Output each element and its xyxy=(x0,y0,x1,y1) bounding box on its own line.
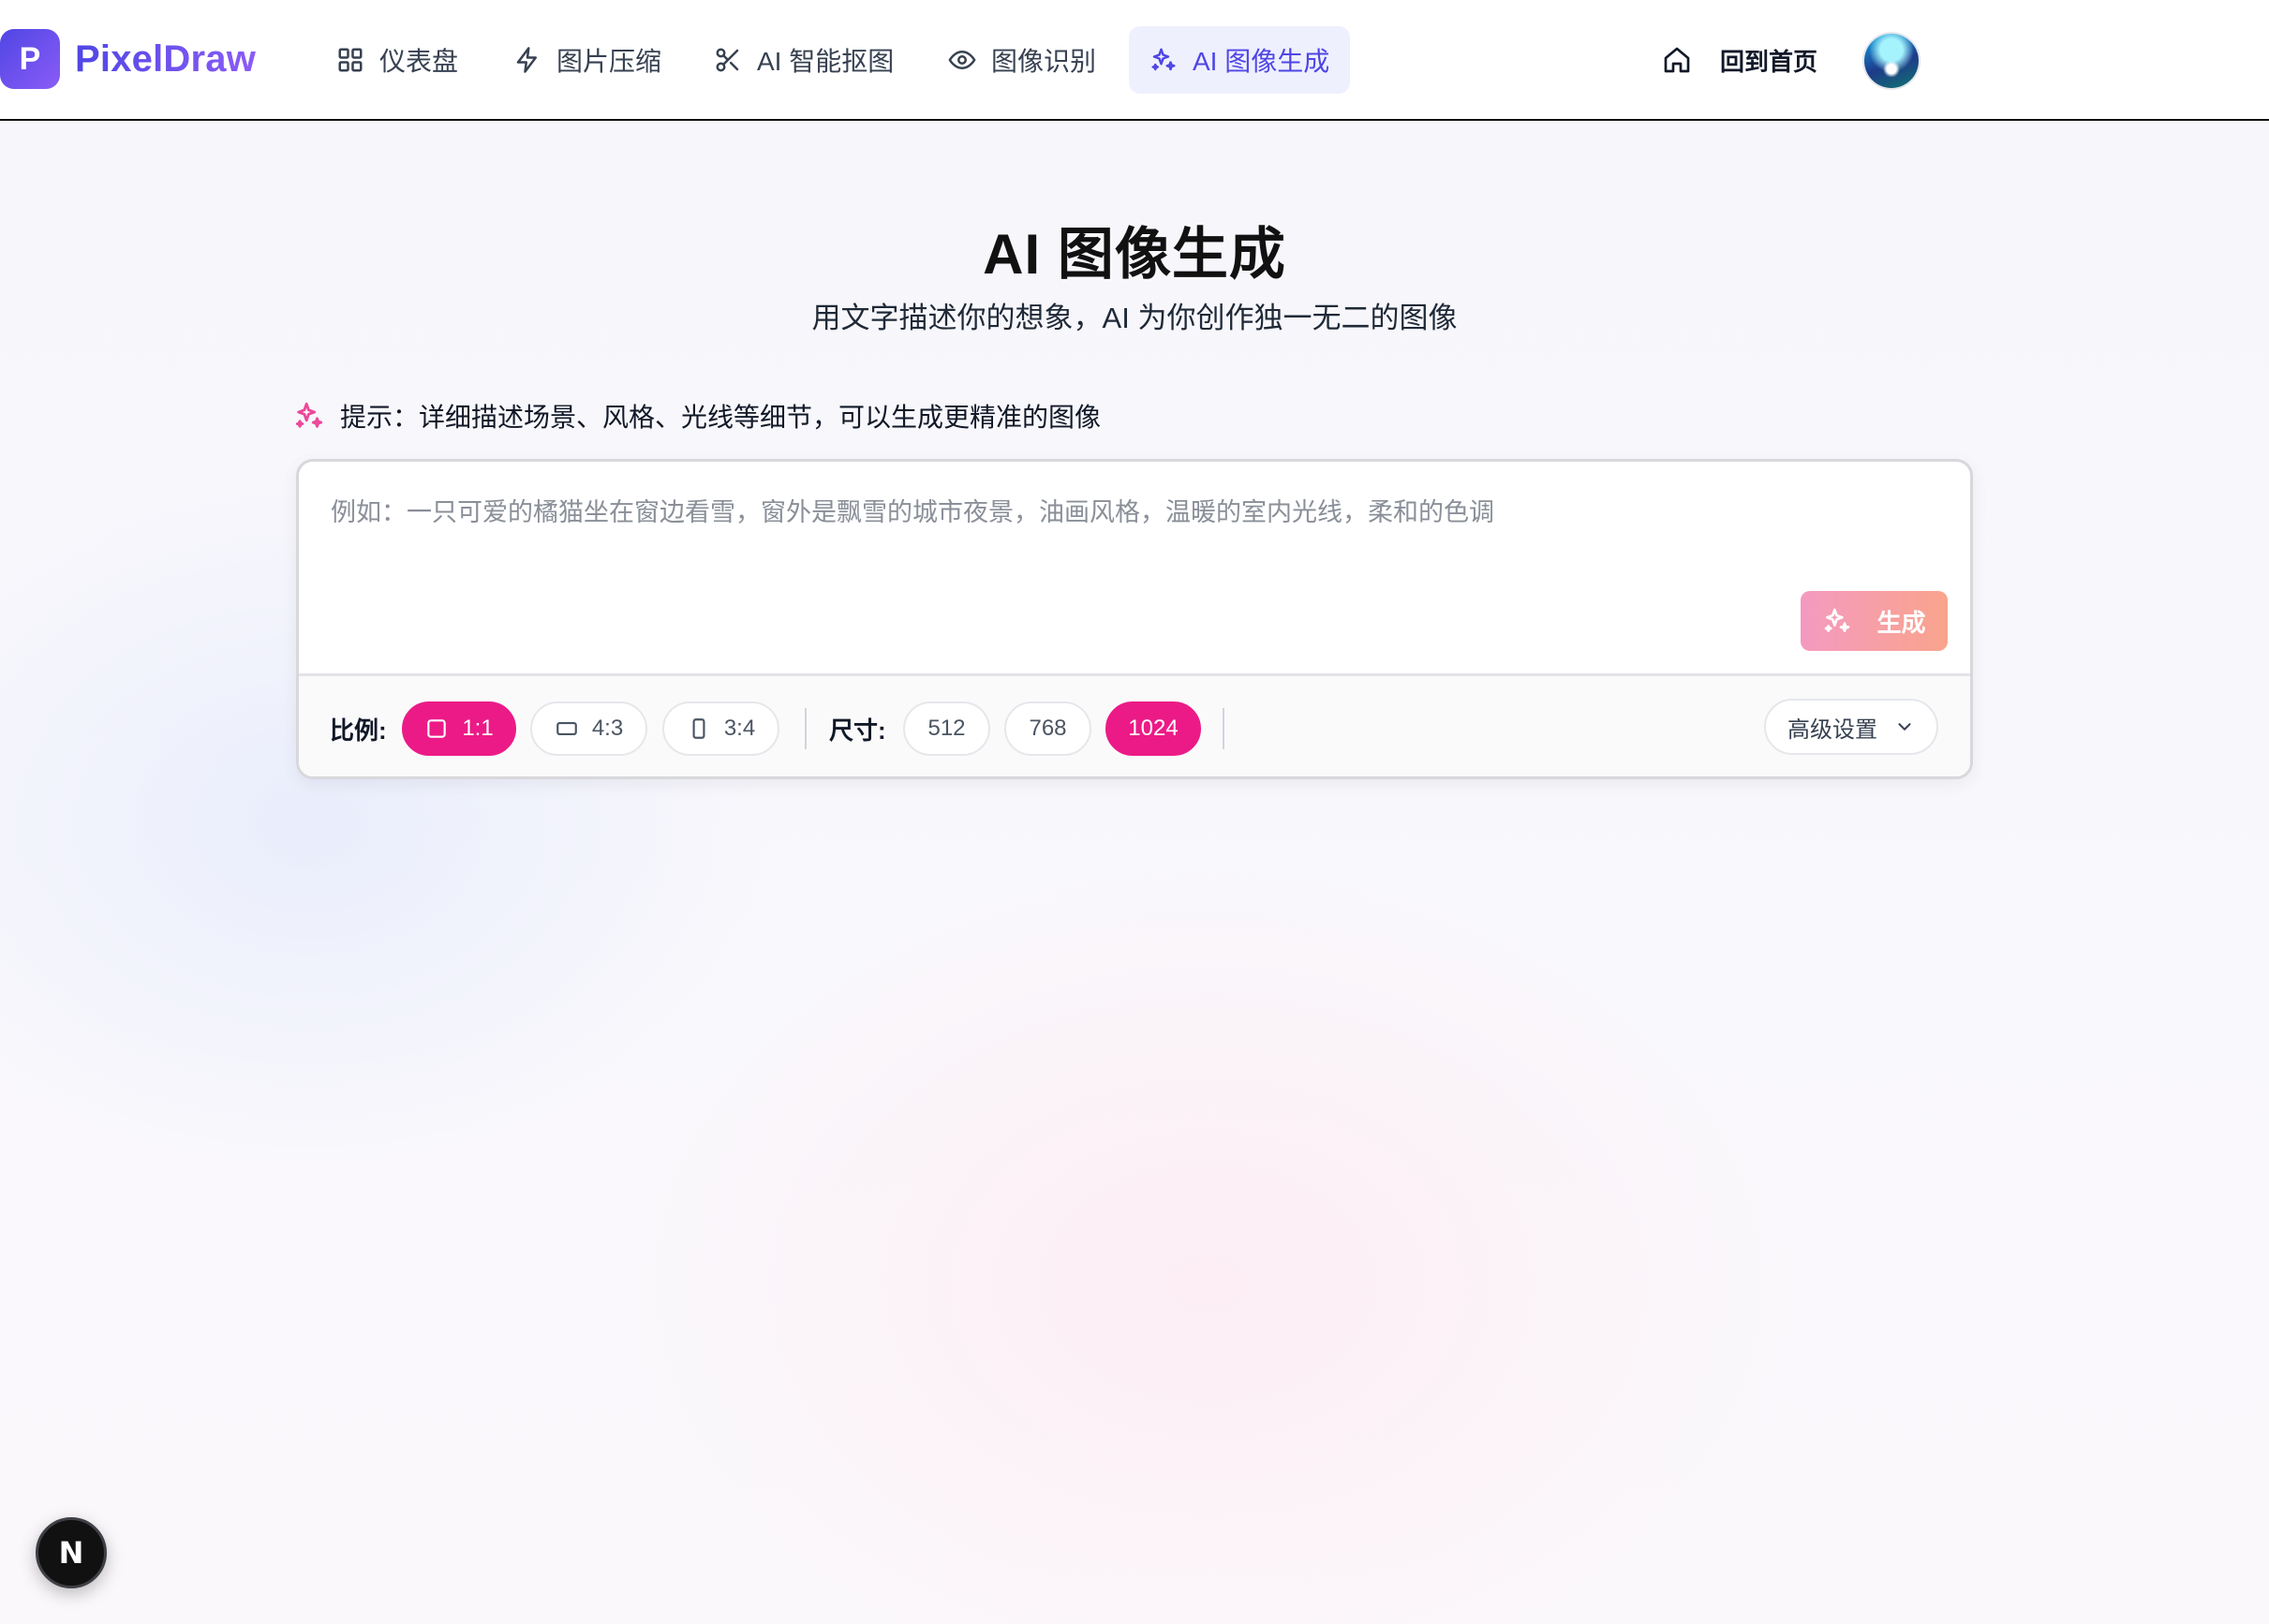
size-option-label: 1024 xyxy=(1128,716,1179,741)
advanced-settings-dropdown[interactable]: 高级设置 xyxy=(1764,699,1938,755)
nav-item-dashboard[interactable]: 仪表盘 xyxy=(316,26,479,94)
ratio-option-3-4[interactable]: 3:4 xyxy=(662,701,779,756)
nextjs-logo-icon: N xyxy=(58,1535,84,1571)
brand-name: PixelDraw xyxy=(75,37,257,80)
prompt-card: 生成 比例: 1:1 4:3 3:4 尺寸: 512 768 1024 高级设置 xyxy=(296,459,1973,779)
generate-button[interactable]: 生成 xyxy=(1801,591,1948,651)
size-option-label: 512 xyxy=(927,716,966,741)
lightning-icon xyxy=(516,47,537,73)
top-nav-bar: P PixelDraw 仪表盘 图片压缩 AI 智能抠图 图像识别 AI 图像生… xyxy=(0,0,2269,121)
tip-text: 提示：详细描述场景、风格、光线等细节，可以生成更精准的图像 xyxy=(340,403,1102,432)
generation-options-bar: 比例: 1:1 4:3 3:4 尺寸: 512 768 1024 高级设置 xyxy=(299,673,1970,776)
home-icon xyxy=(1664,47,1690,73)
generate-button-label: 生成 xyxy=(1876,608,1926,637)
nav-item-label: 图片压缩 xyxy=(556,47,662,76)
nextjs-dev-badge[interactable]: N xyxy=(36,1517,107,1588)
ratio-option-label: 1:1 xyxy=(462,716,494,741)
size-option-label: 768 xyxy=(1029,716,1067,741)
size-label: 尺寸: xyxy=(829,716,886,745)
sparkles-icon xyxy=(295,402,323,428)
nav-item-image-compress[interactable]: 图片压缩 xyxy=(493,26,682,94)
page-subtitle: 用文字描述你的想象，AI 为你创作独一无二的图像 xyxy=(811,302,1458,334)
ratio-option-label: 4:3 xyxy=(591,716,624,741)
square-icon xyxy=(427,719,447,738)
nav-item-label: 图像识别 xyxy=(991,47,1097,76)
nav-item-ai-image-generation[interactable]: AI 图像生成 xyxy=(1129,26,1351,94)
nav-item-ai-cutout[interactable]: AI 智能抠图 xyxy=(693,26,914,94)
home-link[interactable]: 回到首页 xyxy=(1641,26,1838,94)
grid-icon xyxy=(338,48,363,72)
eye-icon xyxy=(948,51,976,69)
brand-logo: P xyxy=(0,29,60,89)
nav-item-label: 仪表盘 xyxy=(379,47,459,76)
ratio-option-4-3[interactable]: 4:3 xyxy=(530,701,647,756)
size-option-512[interactable]: 512 xyxy=(903,701,990,756)
user-avatar[interactable] xyxy=(1864,34,1919,88)
options-divider xyxy=(805,708,807,749)
prompt-input[interactable] xyxy=(299,462,1970,673)
brand[interactable]: P PixelDraw xyxy=(0,29,256,89)
ratio-option-label: 3:4 xyxy=(723,716,756,741)
home-link-label: 回到首页 xyxy=(1720,47,1818,76)
nav-item-image-recognition[interactable]: 图像识别 xyxy=(927,26,1117,94)
size-option-1024[interactable]: 1024 xyxy=(1105,701,1201,756)
advanced-settings-label: 高级设置 xyxy=(1787,716,1877,743)
landscape-rect-icon xyxy=(556,721,577,736)
nav-item-label: AI 图像生成 xyxy=(1193,47,1330,76)
portrait-rect-icon xyxy=(692,718,705,739)
options-divider xyxy=(1223,708,1224,749)
size-option-768[interactable]: 768 xyxy=(1004,701,1091,756)
nav-item-label: AI 智能抠图 xyxy=(757,47,895,76)
sparkles-icon xyxy=(1151,48,1176,71)
ratio-label: 比例: xyxy=(330,716,387,745)
prompt-tip: 提示：详细描述场景、风格、光线等细节，可以生成更精准的图像 xyxy=(293,397,1101,435)
chevron-down-icon xyxy=(1898,723,1911,731)
page-title: AI 图像生成 xyxy=(983,223,1286,286)
sparkles-icon xyxy=(1825,608,1850,632)
scissors-icon xyxy=(716,48,739,72)
ratio-option-1-1[interactable]: 1:1 xyxy=(402,701,516,756)
